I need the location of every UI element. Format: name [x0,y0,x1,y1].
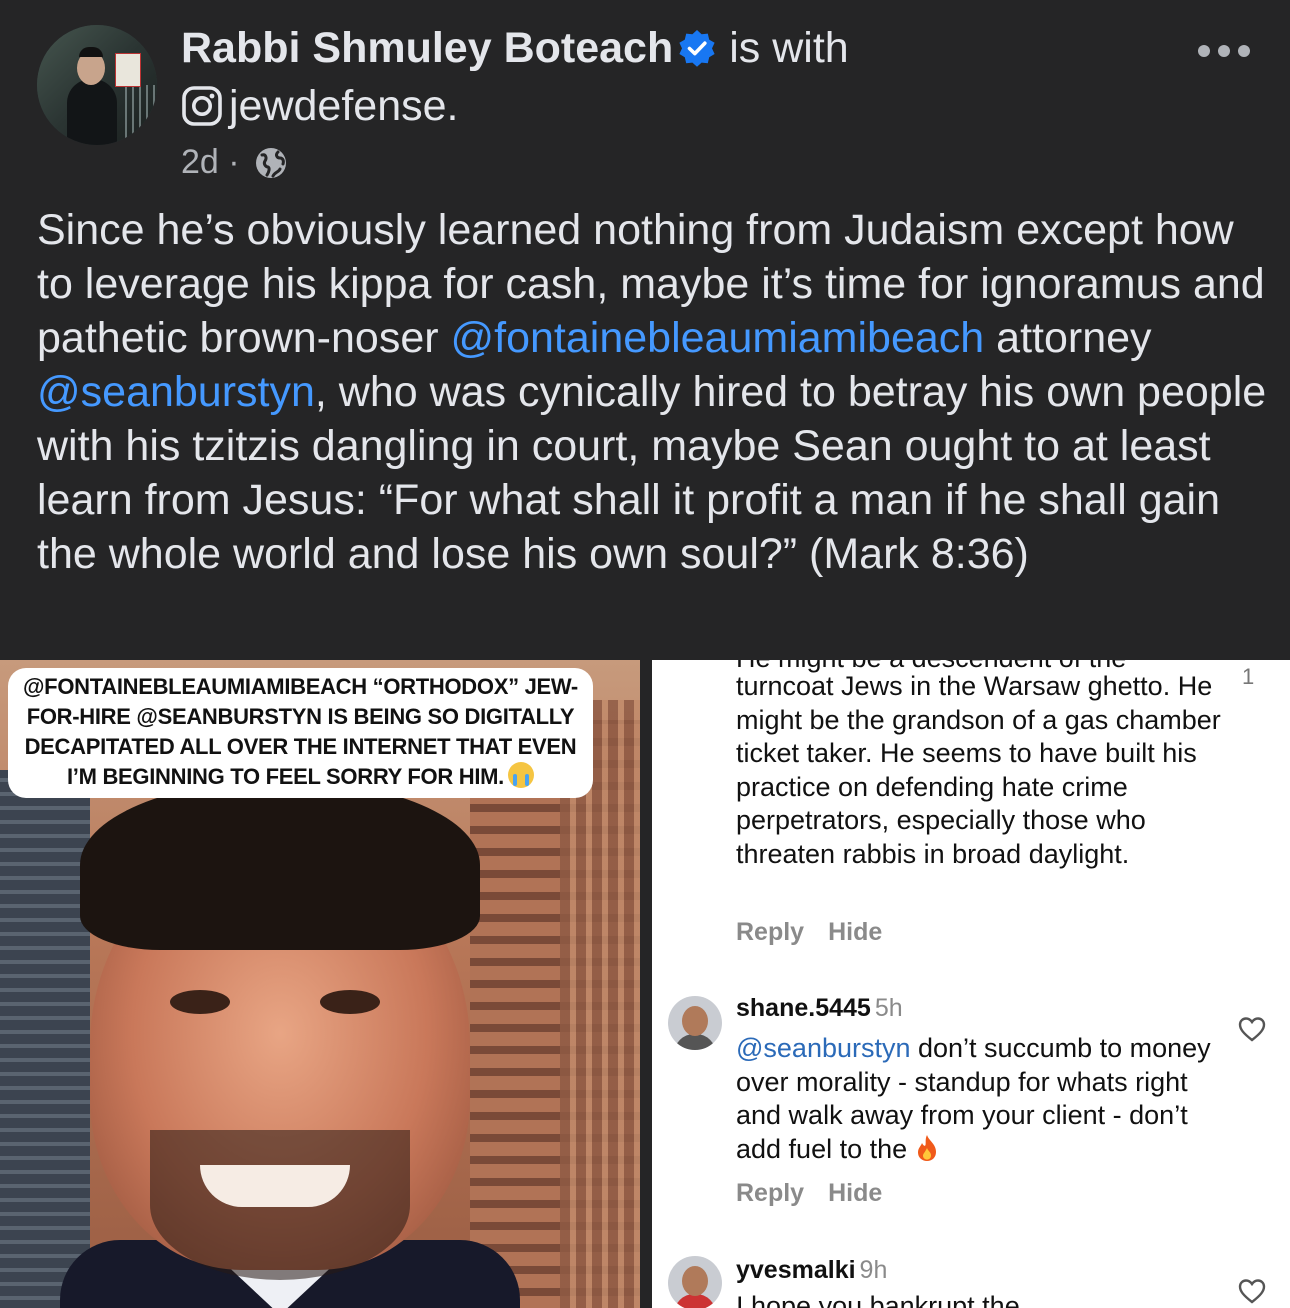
crying-face-icon [507,762,534,788]
photo-smile [200,1165,350,1207]
comment-3-avatar-head [682,1266,708,1296]
comments-screenshot: He might be a descendent of the 1 turnco… [652,660,1290,1308]
comment-1-actions: Reply Hide [736,918,882,947]
fire-icon [917,1134,936,1161]
portrait-photo: @FONTAINEBLEAUMIAMIBEACH “ORTHODOX” JEW-… [0,660,640,1308]
comment-1-hide-button[interactable]: Hide [828,918,882,946]
image-caption: @FONTAINEBLEAUMIAMIBEACH “ORTHODOX” JEW-… [8,668,593,798]
avatar-kippa [79,47,103,57]
comment-2-avatar-body [674,1034,716,1050]
post-image[interactable]: @FONTAINEBLEAUMIAMIBEACH “ORTHODOX” JEW-… [0,660,1290,1308]
photo-eye-right [320,990,380,1014]
avatar-railing [125,85,155,145]
image-caption-text: @FONTAINEBLEAUMIAMIBEACH “ORTHODOX” JEW-… [23,674,578,789]
post-text-part-2: attorney [984,314,1152,362]
comment-2-actions: Reply Hide [736,1179,882,1208]
mention-seanburstyn[interactable]: @seanburstyn [37,368,315,416]
comment-3-like-icon[interactable] [1238,1278,1266,1304]
post-card: Rabbi Shmuley Boteach is with jewdefense… [0,0,1290,660]
comment-1-text: turncoat Jews in the Warsaw ghetto. He m… [736,671,1221,869]
comment-2-header: shane.5445 5h [736,994,903,1023]
comment-3-avatar[interactable] [668,1256,722,1308]
photo-eye-left [170,990,230,1014]
comment-2-time: 5h [874,994,903,1022]
photo-building-left [0,770,90,1308]
comment-1-like-count: 1 [1242,664,1255,689]
instagram-icon [182,86,222,126]
post-author-line: Rabbi Shmuley Boteach is with [181,22,849,74]
post-time[interactable]: 2d [181,143,219,181]
tagged-account-name: jewdefense. [229,82,459,130]
tagged-account[interactable]: jewdefense. [181,80,459,132]
meta-separator: · [228,143,240,181]
post-meta: 2d · [181,140,289,184]
more-options-icon[interactable] [1196,36,1252,66]
comment-2-like-icon[interactable] [1238,1016,1266,1042]
comment-2-username[interactable]: shane.5445 [736,994,871,1022]
comment-2-hide-button[interactable]: Hide [828,1179,882,1207]
globe-icon [256,148,287,178]
mention-fontainebleau[interactable]: @fontainebleaumiamibeach [451,314,985,362]
post-body-text: Since he’s obviously learned nothing fro… [37,203,1267,581]
avatar-figure [67,79,117,145]
comment-1-reply-button[interactable]: Reply [736,918,804,946]
comment-3-cut-line: I hope you bankrupt the [736,1291,1020,1308]
comment-2-avatar[interactable] [668,996,722,1050]
author-avatar[interactable] [37,25,157,145]
comment-3-time: 9h [859,1256,888,1284]
comment-2-text: @seanburstyn don’t succumb to money over… [736,1032,1236,1166]
with-label: is with [729,24,849,72]
image-divider [640,660,652,1308]
comment-3-avatar-body [674,1294,716,1308]
comment-3-username[interactable]: yvesmalki [736,1256,856,1284]
comment-2-avatar-head [682,1006,708,1036]
comment-2-reply-button[interactable]: Reply [736,1179,804,1207]
author-name[interactable]: Rabbi Shmuley Boteach [181,24,673,72]
verified-badge-icon [679,30,715,67]
avatar-notice-sign [115,53,141,87]
comment-2-mention[interactable]: @seanburstyn [736,1033,911,1063]
comment-3-header: yvesmalki 9h [736,1256,887,1285]
photo-hair [80,780,480,950]
